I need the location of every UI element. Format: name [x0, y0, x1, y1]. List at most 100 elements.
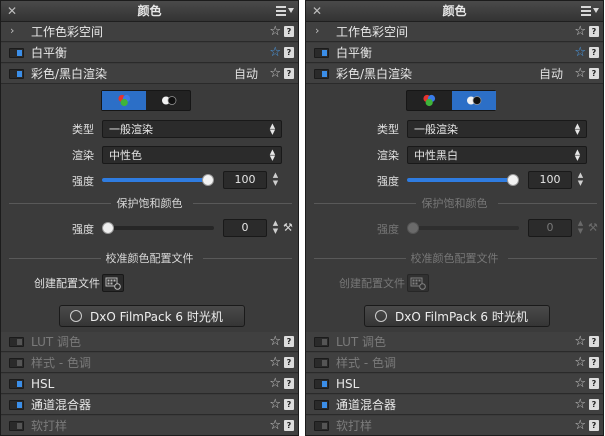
row-soft-proofing[interactable]: 软打样 ☆ ?	[1, 416, 298, 435]
row-hsl[interactable]: HSL ☆ ?	[1, 374, 298, 394]
enable-toggle[interactable]	[314, 48, 329, 58]
render-select[interactable]: 中性黑白 ▲ ▼	[407, 146, 587, 164]
help-icon[interactable]: ?	[589, 26, 599, 37]
intensity-slider[interactable]	[407, 173, 519, 187]
intensity-stepper[interactable]: ▲ ▼	[576, 171, 585, 189]
intensity-input[interactable]: 100	[528, 171, 572, 189]
protect-intensity-input[interactable]: 0	[223, 219, 267, 237]
color-mode-button[interactable]	[102, 91, 146, 110]
render-select[interactable]: 中性色 ▲ ▼	[102, 146, 282, 164]
enable-toggle[interactable]	[9, 69, 24, 79]
favorite-star-icon[interactable]: ☆	[574, 334, 586, 349]
help-icon[interactable]: ?	[284, 26, 294, 37]
enable-toggle[interactable]	[314, 337, 329, 347]
row-style-tone[interactable]: 样式 - 色调 ☆ ?	[1, 353, 298, 373]
slider-knob[interactable]	[507, 174, 519, 186]
mode-segmented-control[interactable]	[406, 90, 496, 111]
protect-intensity-slider[interactable]	[102, 221, 214, 235]
help-icon[interactable]: ?	[284, 357, 294, 368]
help-icon[interactable]: ?	[284, 68, 294, 79]
row-label: 软打样	[336, 419, 373, 433]
intensity-stepper[interactable]: ▲ ▼	[271, 171, 280, 189]
select-arrows-icon: ▲ ▼	[574, 122, 581, 136]
bw-mode-button[interactable]	[147, 91, 191, 110]
bw-mode-button[interactable]	[452, 91, 496, 110]
chevron-right-icon[interactable]: ›	[10, 24, 14, 38]
favorite-star-icon[interactable]: ☆	[574, 66, 586, 81]
favorite-star-icon[interactable]: ☆	[269, 24, 281, 39]
favorite-star-icon[interactable]: ☆	[269, 376, 281, 391]
help-icon[interactable]: ?	[589, 336, 599, 347]
palette-menu-icon[interactable]	[581, 3, 599, 19]
filmpack-time-machine-button[interactable]: DxO FilmPack 6 时光机	[59, 305, 245, 327]
favorite-star-icon[interactable]: ☆	[269, 397, 281, 412]
enable-toggle[interactable]	[9, 400, 24, 410]
enable-toggle[interactable]	[9, 358, 24, 368]
row-channel-mixer[interactable]: 通道混合器 ☆ ?	[1, 395, 298, 415]
protect-intensity-stepper[interactable]: ▲ ▼	[271, 219, 280, 237]
rendering-section: 类型 一般渲染 ▲ ▼ 渲染 中性色 ▲ ▼ 强度 100 ▲ ▼ 保护饱和颜色 强度…	[1, 84, 298, 331]
row-white-balance[interactable]: 白平衡 ☆ ?	[306, 43, 603, 63]
auto-button[interactable]: 自动	[539, 67, 563, 81]
help-icon[interactable]: ?	[589, 47, 599, 58]
help-icon[interactable]: ?	[589, 378, 599, 389]
chevron-right-icon[interactable]: ›	[315, 24, 319, 38]
render-value: 中性黑白	[414, 149, 458, 162]
palette-titlebar: ✕ 颜色	[306, 1, 603, 22]
slider-knob[interactable]	[102, 222, 114, 234]
row-channel-mixer[interactable]: 通道混合器 ☆ ?	[306, 395, 603, 415]
favorite-star-icon[interactable]: ☆	[574, 397, 586, 412]
filmpack-time-machine-button[interactable]: DxO FilmPack 6 时光机	[364, 305, 550, 327]
help-icon[interactable]: ?	[284, 47, 294, 58]
enable-toggle[interactable]	[9, 421, 24, 431]
favorite-star-icon[interactable]: ☆	[269, 418, 281, 433]
enable-toggle[interactable]	[314, 421, 329, 431]
slider-knob[interactable]	[202, 174, 214, 186]
favorite-star-icon[interactable]: ☆	[574, 45, 586, 60]
magic-wand-icon[interactable]: ⚒	[283, 222, 293, 234]
favorite-star-icon[interactable]: ☆	[269, 355, 281, 370]
row-white-balance[interactable]: 白平衡 ☆ ?	[1, 43, 298, 63]
help-icon[interactable]: ?	[284, 336, 294, 347]
enable-toggle[interactable]	[314, 379, 329, 389]
row-color-bw-rendering[interactable]: 彩色/黑白渲染 自动 ☆ ?	[1, 64, 298, 84]
favorite-star-icon[interactable]: ☆	[269, 45, 281, 60]
enable-toggle[interactable]	[314, 69, 329, 79]
palette-menu-icon[interactable]	[276, 3, 294, 19]
favorite-star-icon[interactable]: ☆	[574, 24, 586, 39]
row-working-color-space[interactable]: › 工作色彩空间 ☆ ?	[1, 22, 298, 42]
help-icon[interactable]: ?	[284, 378, 294, 389]
row-style-tone[interactable]: 样式 - 色调 ☆ ?	[306, 353, 603, 373]
enable-toggle[interactable]	[314, 400, 329, 410]
auto-button[interactable]: 自动	[234, 67, 258, 81]
type-select[interactable]: 一般渲染 ▲ ▼	[407, 120, 587, 138]
favorite-star-icon[interactable]: ☆	[574, 418, 586, 433]
help-icon[interactable]: ?	[589, 420, 599, 431]
help-icon[interactable]: ?	[284, 420, 294, 431]
row-hsl[interactable]: HSL ☆ ?	[306, 374, 603, 394]
intensity-slider[interactable]	[102, 173, 214, 187]
row-lut[interactable]: LUT 调色 ☆ ?	[306, 332, 603, 352]
color-mode-button[interactable]	[407, 91, 451, 110]
row-color-bw-rendering[interactable]: 彩色/黑白渲染 自动 ☆ ?	[306, 64, 603, 84]
mode-segmented-control[interactable]	[101, 90, 191, 111]
favorite-star-icon[interactable]: ☆	[269, 334, 281, 349]
enable-toggle[interactable]	[314, 358, 329, 368]
row-soft-proofing[interactable]: 软打样 ☆ ?	[306, 416, 603, 435]
favorite-star-icon[interactable]: ☆	[574, 376, 586, 391]
create-profile-button[interactable]	[102, 274, 124, 292]
help-icon[interactable]: ?	[284, 399, 294, 410]
row-lut[interactable]: LUT 调色 ☆ ?	[1, 332, 298, 352]
help-icon[interactable]: ?	[589, 68, 599, 79]
favorite-star-icon[interactable]: ☆	[574, 355, 586, 370]
enable-toggle[interactable]	[9, 337, 24, 347]
help-icon[interactable]: ?	[589, 357, 599, 368]
row-label: 通道混合器	[336, 398, 397, 412]
enable-toggle[interactable]	[9, 48, 24, 58]
help-icon[interactable]: ?	[589, 399, 599, 410]
intensity-input[interactable]: 100	[223, 171, 267, 189]
type-select[interactable]: 一般渲染 ▲ ▼	[102, 120, 282, 138]
row-working-color-space[interactable]: › 工作色彩空间 ☆ ?	[306, 22, 603, 42]
favorite-star-icon[interactable]: ☆	[269, 66, 281, 81]
enable-toggle[interactable]	[9, 379, 24, 389]
